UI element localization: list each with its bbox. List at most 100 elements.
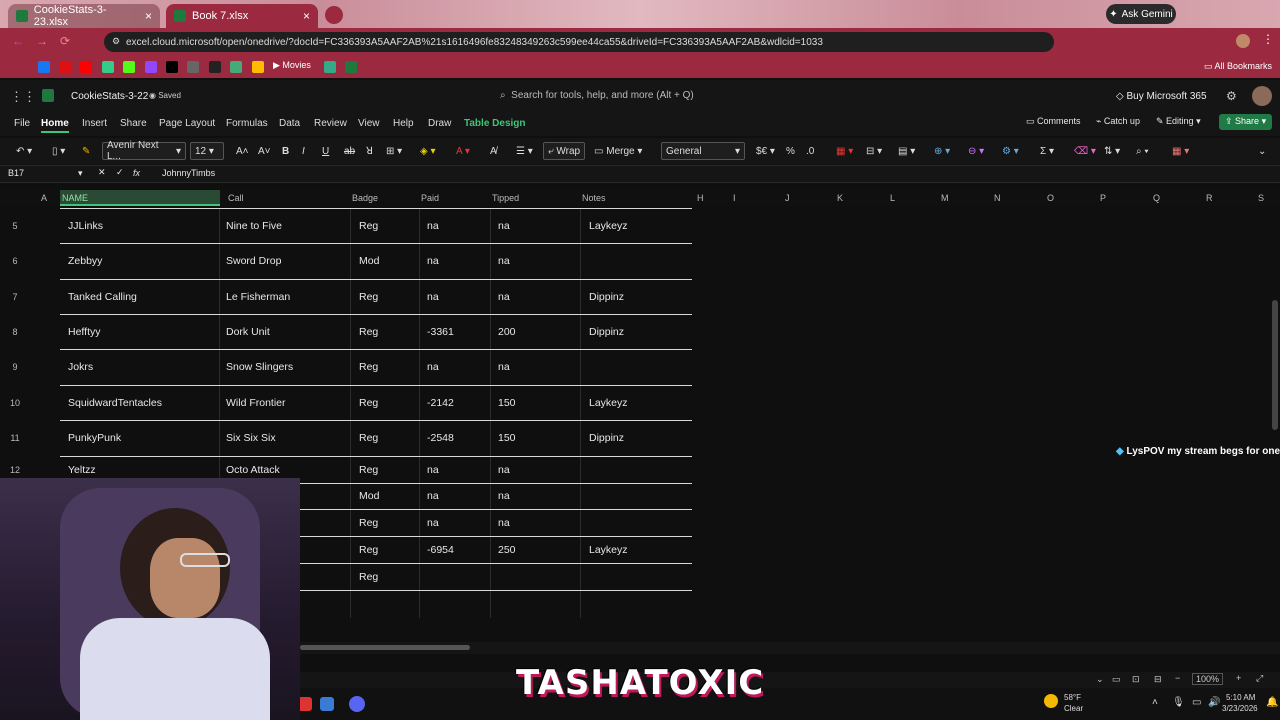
- col-header-h[interactable]: H: [697, 193, 704, 203]
- cell-call[interactable]: Wild Frontier: [226, 397, 286, 409]
- cell-tipped[interactable]: na: [498, 464, 510, 476]
- cell-call[interactable]: Octo Attack: [226, 464, 280, 476]
- row-number[interactable]: 8: [0, 327, 30, 337]
- ask-gemini-button[interactable]: ✦ Ask Gemini: [1106, 4, 1176, 24]
- clear-icon[interactable]: ⌫ ▾: [1074, 142, 1096, 160]
- tab-home[interactable]: Home: [41, 118, 69, 133]
- cell-paid[interactable]: na: [427, 220, 439, 232]
- back-icon[interactable]: ←: [12, 34, 24, 48]
- avatar[interactable]: [1252, 86, 1272, 106]
- cell-badge[interactable]: Reg: [359, 571, 378, 583]
- collapse-ribbon-icon[interactable]: ⌄: [1258, 142, 1266, 160]
- cell-call[interactable]: Nine to Five: [226, 220, 282, 232]
- facebook-icon[interactable]: [38, 61, 50, 73]
- cell-paid[interactable]: -3361: [427, 326, 454, 338]
- merge-button[interactable]: ▭ Merge ▾: [594, 142, 642, 160]
- clock-date[interactable]: 3/23/2026: [1222, 704, 1258, 713]
- row-number[interactable]: 7: [0, 292, 30, 302]
- fullscreen-icon[interactable]: ⤢: [1256, 673, 1263, 684]
- cell-badge[interactable]: Mod: [359, 255, 379, 267]
- browser-tab[interactable]: CookieStats-3-23.xlsx ×: [8, 4, 160, 28]
- site-info-icon[interactable]: ⚙: [112, 36, 120, 47]
- number-format-select[interactable]: General ▾: [661, 142, 745, 160]
- close-icon[interactable]: ×: [303, 9, 310, 23]
- font-size-select[interactable]: 12 ▾: [190, 142, 224, 160]
- row-number[interactable]: 11: [0, 433, 30, 443]
- bookmark-icon[interactable]: [324, 61, 336, 73]
- col-header-n[interactable]: N: [994, 193, 1001, 203]
- tab-data[interactable]: Data: [279, 118, 300, 129]
- subscript-icon[interactable]: ꓤ: [366, 142, 373, 160]
- cell-name[interactable]: JJLinks: [68, 220, 103, 232]
- cell-paid[interactable]: -6954: [427, 544, 454, 556]
- excel-icon[interactable]: [345, 61, 357, 73]
- bookmark-icon[interactable]: [187, 61, 199, 73]
- currency-icon[interactable]: $€ ▾: [756, 142, 775, 160]
- chevron-down-icon[interactable]: ⌄: [1096, 674, 1104, 685]
- chevron-down-icon[interactable]: ▾: [78, 168, 83, 179]
- tab-draw[interactable]: Draw: [428, 118, 451, 129]
- grow-font-icon[interactable]: A˄: [236, 142, 249, 160]
- cell-badge[interactable]: Reg: [359, 397, 378, 409]
- format-as-table-icon[interactable]: ⊟ ▾: [866, 142, 882, 160]
- cell-notes[interactable]: Dippinz: [589, 432, 624, 444]
- app-icon[interactable]: [298, 697, 312, 711]
- zoom-out-icon[interactable]: −: [1175, 673, 1180, 683]
- tab-formulas[interactable]: Formulas: [226, 118, 268, 129]
- notepad-icon[interactable]: [320, 697, 334, 711]
- formula-input[interactable]: JohnnyTimbs: [162, 168, 215, 178]
- row-number[interactable]: 9: [0, 362, 30, 372]
- delete-cells-icon[interactable]: ⊖ ▾: [968, 142, 984, 160]
- row-number[interactable]: 10: [0, 398, 30, 408]
- cell-name[interactable]: SquidwardTentacles: [68, 397, 162, 409]
- all-bookmarks[interactable]: ▭ All Bookmarks: [1204, 61, 1272, 72]
- col-header-j[interactable]: J: [785, 193, 790, 203]
- undo-icon[interactable]: ↶ ▾: [16, 142, 32, 160]
- comments-button[interactable]: ▭ Comments: [1026, 116, 1081, 127]
- cell-tipped[interactable]: na: [498, 255, 510, 267]
- col-header-k[interactable]: K: [837, 193, 843, 203]
- document-title[interactable]: CookieStats-3-22: [71, 91, 148, 102]
- close-icon[interactable]: ×: [145, 9, 152, 23]
- col-header-o[interactable]: O: [1047, 193, 1054, 203]
- zoom-level[interactable]: 100%: [1192, 673, 1224, 685]
- underline-icon[interactable]: U: [322, 142, 329, 160]
- browser-tab-active[interactable]: Book 7.xlsx ×: [166, 4, 318, 28]
- conditional-format-icon[interactable]: ▦ ▾: [836, 142, 853, 160]
- bookmark-icon[interactable]: [102, 61, 114, 73]
- tab-share[interactable]: Share: [120, 118, 147, 129]
- name-box[interactable]: B17: [4, 168, 84, 181]
- notification-icon[interactable]: 🔔: [1266, 697, 1278, 708]
- share-button[interactable]: ⇪ Share ▾: [1219, 114, 1273, 130]
- cell-notes[interactable]: Dippinz: [589, 291, 624, 303]
- cell-notes[interactable]: Dippinz: [589, 326, 624, 338]
- cell-notes[interactable]: Laykeyz: [589, 544, 628, 556]
- cell-paid[interactable]: -2142: [427, 397, 454, 409]
- tab-review[interactable]: Review: [314, 118, 347, 129]
- cell-notes[interactable]: Laykeyz: [589, 397, 628, 409]
- monitor-icon[interactable]: ▭: [1192, 697, 1201, 708]
- paste-icon[interactable]: ▯ ▾: [52, 142, 65, 160]
- fill-color-icon[interactable]: ◈ ▾: [420, 142, 436, 160]
- cell-call[interactable]: Dork Unit: [226, 326, 270, 338]
- col-header-notes[interactable]: Notes: [582, 193, 606, 203]
- italic-icon[interactable]: I: [302, 142, 305, 160]
- cell-paid[interactable]: na: [427, 255, 439, 267]
- format-painter-icon[interactable]: ✎: [82, 142, 90, 160]
- cell-tipped[interactable]: na: [498, 490, 510, 502]
- tab-help[interactable]: Help: [393, 118, 414, 129]
- cell-paid[interactable]: na: [427, 361, 439, 373]
- catch-up-button[interactable]: ⌁ Catch up: [1096, 116, 1140, 127]
- cell-name[interactable]: Jokrs: [68, 361, 93, 373]
- cell-paid[interactable]: na: [427, 464, 439, 476]
- cell-badge[interactable]: Reg: [359, 517, 378, 529]
- horizontal-scrollbar[interactable]: [300, 642, 1280, 654]
- wrap-text-button[interactable]: ⤶ Wrap: [543, 142, 586, 160]
- col-header-name[interactable]: NAME: [60, 190, 220, 206]
- row-number[interactable]: 5: [0, 221, 30, 231]
- tab-page-layout[interactable]: Page Layout: [159, 118, 215, 129]
- search-box[interactable]: ⌕ Search for tools, help, and more (Alt …: [500, 90, 694, 101]
- autosum-icon[interactable]: Σ ▾: [1040, 142, 1054, 160]
- cell-badge[interactable]: Reg: [359, 361, 378, 373]
- col-header-s[interactable]: S: [1258, 193, 1264, 203]
